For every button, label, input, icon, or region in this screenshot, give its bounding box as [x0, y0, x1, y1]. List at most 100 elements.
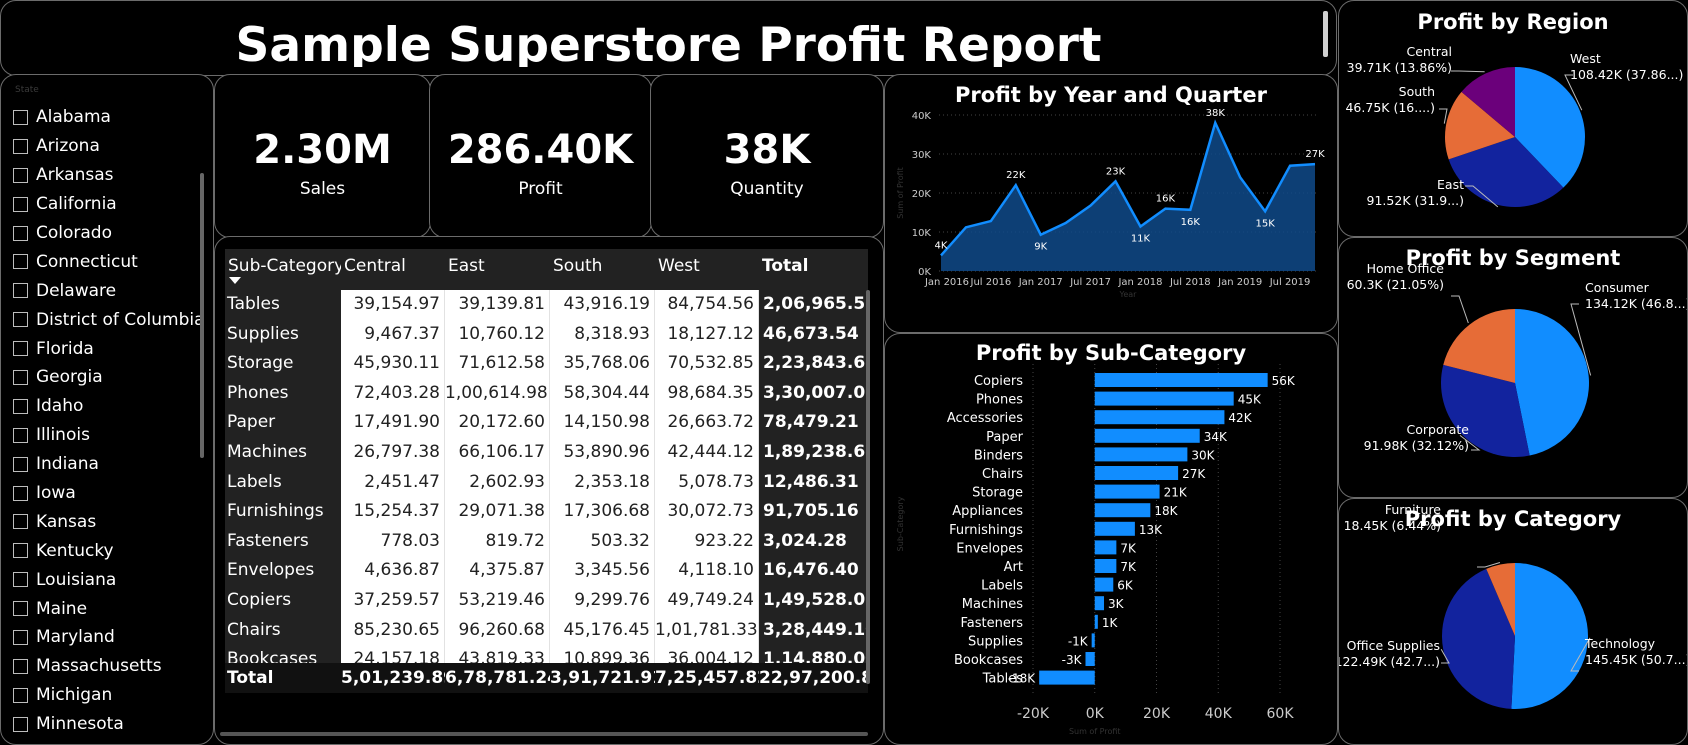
checkbox[interactable]	[13, 687, 28, 703]
slicer-item[interactable]: Georgia	[13, 363, 203, 392]
table-vertical-scrollbar[interactable]	[866, 290, 870, 684]
table-row: Labels 2,451.47 2,602.93 2,353.18 5,078.73 12…	[225, 467, 868, 498]
slicer-item[interactable]: Maine	[13, 594, 203, 623]
column-header[interactable]: Central	[341, 249, 445, 295]
checkbox[interactable]	[13, 427, 28, 443]
table-cell: 26,663.72	[655, 408, 759, 438]
data-label: 23K	[1106, 166, 1126, 177]
checkbox[interactable]	[13, 196, 28, 212]
bar	[1094, 447, 1188, 462]
slicer-item[interactable]: Delaware	[13, 276, 203, 305]
profit-matrix: Sub-Category Central East South West Total Tab…	[225, 249, 883, 741]
checkbox[interactable]	[13, 312, 28, 328]
data-label: 15K	[1255, 218, 1275, 229]
checkbox[interactable]	[13, 572, 28, 588]
slicer-item[interactable]: Arkansas	[13, 161, 203, 190]
checkbox[interactable]	[13, 225, 28, 241]
bar-value-label: 30K	[1191, 448, 1215, 462]
title-scrollbar[interactable]	[1323, 11, 1328, 57]
x-tick-label: Jan 2018	[1117, 277, 1162, 288]
data-label: 16K	[1181, 217, 1201, 228]
slicer-item-label: Minnesota	[36, 714, 124, 735]
checkbox[interactable]	[13, 629, 28, 645]
row-header: Phones	[225, 378, 341, 409]
profit-value: 286.40K	[447, 127, 634, 173]
sort-descending-icon[interactable]	[229, 277, 241, 284]
category-label: Art	[1004, 560, 1023, 575]
slice-value: 91.98K (32.12%)	[1364, 438, 1469, 453]
checkbox[interactable]	[13, 485, 28, 501]
slicer-item[interactable]: Kentucky	[13, 536, 203, 565]
x-tick-label: 40K	[1205, 706, 1233, 722]
checkbox[interactable]	[13, 543, 28, 559]
checkbox[interactable]	[13, 138, 28, 154]
total-cell: 5,01,239.89	[341, 663, 445, 693]
checkbox[interactable]	[13, 109, 28, 125]
checkbox[interactable]	[13, 716, 28, 732]
checkbox[interactable]	[13, 341, 28, 357]
slicer-item[interactable]: District of Columbia	[13, 305, 205, 334]
column-header[interactable]: East	[445, 249, 550, 295]
data-label: 4K	[935, 240, 948, 251]
table-cell: 3,024.28	[759, 526, 868, 557]
checkbox[interactable]	[13, 369, 28, 385]
checkbox[interactable]	[13, 398, 28, 414]
checkbox[interactable]	[13, 601, 28, 617]
slicer-scrollbar[interactable]	[200, 173, 204, 458]
slicer-item[interactable]: Florida	[13, 334, 203, 363]
bar-value-label: 1K	[1102, 616, 1119, 630]
checkbox[interactable]	[13, 283, 28, 299]
slice-name: South	[1399, 84, 1435, 99]
slicer-item[interactable]: Arizona	[13, 132, 203, 161]
x-tick-label: Jul 2019	[1269, 277, 1311, 288]
slicer-item[interactable]: Colorado	[13, 219, 203, 248]
category-label: Labels	[981, 579, 1023, 594]
bar	[1094, 428, 1200, 443]
profit-matrix-panel: Sub-Category Central East South West Total Tab…	[214, 236, 884, 745]
slicer-item[interactable]: Illinois	[13, 421, 203, 450]
slicer-item-label: District of Columbia	[36, 309, 205, 330]
checkbox[interactable]	[13, 254, 28, 270]
x-tick-label: Jan 2016	[924, 277, 969, 288]
table-row: Supplies 9,467.37 10,760.12 8,318.93 18,127.…	[225, 319, 868, 350]
slicer-item[interactable]: Indiana	[13, 450, 203, 479]
slicer-item-label: Georgia	[36, 367, 103, 388]
column-header[interactable]: Sub-Category	[225, 249, 341, 295]
slicer-item[interactable]: Maryland	[13, 623, 203, 652]
bar	[1091, 633, 1095, 648]
slicer-item[interactable]: Michigan	[13, 681, 203, 710]
category-label: Appliances	[952, 504, 1023, 519]
x-tick-label: 20K	[1143, 706, 1171, 722]
checkbox[interactable]	[13, 658, 28, 674]
slicer-item-label: Maryland	[36, 627, 115, 648]
checkbox[interactable]	[13, 514, 28, 530]
slicer-item[interactable]: Minnesota	[13, 710, 203, 739]
slicer-item[interactable]: Idaho	[13, 392, 203, 421]
checkbox[interactable]	[13, 456, 28, 472]
column-header[interactable]: Total	[759, 249, 868, 295]
table-cell: 35,768.06	[550, 349, 655, 379]
slicer-item[interactable]: California	[13, 190, 203, 219]
slicer-item-label: Iowa	[36, 483, 76, 504]
table-cell: 778.03	[341, 526, 445, 557]
bar	[1094, 503, 1151, 518]
column-header[interactable]: South	[550, 249, 655, 295]
slicer-item[interactable]: Iowa	[13, 479, 203, 508]
category-label: Accessories	[947, 411, 1023, 426]
y-axis-title: Sub-Category	[896, 496, 905, 551]
column-header[interactable]: West	[655, 249, 759, 295]
slicer-item[interactable]: Connecticut	[13, 247, 203, 276]
category-label: Fasteners	[961, 616, 1024, 631]
bar	[1094, 614, 1098, 629]
category-label: Bookcases	[954, 653, 1023, 668]
slicer-item[interactable]: Massachusetts	[13, 652, 203, 681]
slicer-item[interactable]: Louisiana	[13, 565, 203, 594]
bar-value-label: 6K	[1117, 579, 1134, 593]
slicer-item[interactable]: Alabama	[13, 103, 203, 132]
table-horizontal-scrollbar[interactable]	[220, 732, 868, 736]
table-cell: 2,23,843.61	[759, 349, 868, 379]
checkbox[interactable]	[13, 167, 28, 183]
slicer-item[interactable]: Kansas	[13, 507, 203, 536]
bar-value-label: 56K	[1272, 374, 1296, 388]
table-cell: 3,28,449.10	[759, 615, 868, 646]
